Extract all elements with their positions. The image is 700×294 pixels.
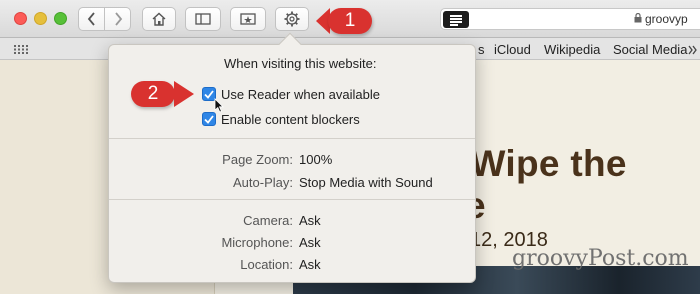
favorites-overflow-icon[interactable] bbox=[688, 45, 697, 55]
sidebar-button[interactable] bbox=[185, 7, 221, 31]
favorite-wikipedia[interactable]: Wikipedia bbox=[544, 42, 600, 57]
close-window-button[interactable] bbox=[14, 12, 27, 25]
favorite-icloud[interactable]: iCloud bbox=[494, 42, 531, 57]
lock-icon bbox=[634, 13, 642, 23]
zoom-window-button[interactable] bbox=[54, 12, 67, 25]
topsites-icon bbox=[240, 13, 256, 25]
callout-two: 2 bbox=[131, 81, 175, 107]
microphone-select[interactable]: Ask bbox=[299, 235, 321, 250]
callout-one: 1 bbox=[328, 8, 372, 34]
auto-play-label: Auto-Play: bbox=[233, 175, 293, 190]
checkmark-icon bbox=[204, 114, 214, 124]
back-icon bbox=[87, 12, 95, 26]
use-reader-row[interactable]: Use Reader when available bbox=[202, 85, 380, 103]
auto-play-select[interactable]: Stop Media with Sound bbox=[299, 175, 433, 190]
page-zoom-select[interactable]: 100% bbox=[299, 152, 332, 167]
grid-icon[interactable] bbox=[14, 45, 28, 54]
top-sites-button[interactable] bbox=[230, 7, 266, 31]
gear-icon bbox=[284, 11, 300, 27]
use-reader-label[interactable]: Use Reader when available bbox=[221, 87, 380, 102]
popover-divider bbox=[109, 199, 475, 200]
forward-button[interactable] bbox=[104, 7, 131, 31]
mouse-cursor-icon bbox=[214, 98, 224, 113]
content-blockers-label[interactable]: Enable content blockers bbox=[221, 112, 360, 127]
home-button[interactable] bbox=[142, 7, 176, 31]
popover-divider bbox=[109, 138, 475, 139]
content-blockers-row[interactable]: Enable content blockers bbox=[202, 110, 360, 128]
reader-icon[interactable] bbox=[443, 11, 469, 28]
location-label: Location: bbox=[240, 257, 293, 272]
sidebar-icon bbox=[195, 13, 211, 25]
location-select[interactable]: Ask bbox=[299, 257, 321, 272]
camera-select[interactable]: Ask bbox=[299, 213, 321, 228]
content-blockers-checkbox[interactable] bbox=[202, 112, 216, 126]
camera-label: Camera: bbox=[243, 213, 293, 228]
favorite-item[interactable]: s bbox=[478, 42, 485, 57]
minimize-window-button[interactable] bbox=[34, 12, 47, 25]
callout-two-pointer bbox=[174, 81, 194, 107]
checkmark-icon bbox=[204, 89, 214, 99]
microphone-label: Microphone: bbox=[221, 235, 293, 250]
url-text[interactable]: groovyp bbox=[645, 12, 688, 26]
back-button[interactable] bbox=[78, 7, 105, 31]
popover-heading: When visiting this website: bbox=[224, 56, 377, 71]
forward-icon bbox=[114, 12, 122, 26]
page-zoom-label: Page Zoom: bbox=[222, 152, 293, 167]
favorite-social-media[interactable]: Social Media bbox=[613, 42, 687, 57]
website-settings-button[interactable] bbox=[275, 7, 309, 31]
home-icon bbox=[152, 12, 166, 26]
watermark: groovyPost.com bbox=[512, 246, 689, 271]
